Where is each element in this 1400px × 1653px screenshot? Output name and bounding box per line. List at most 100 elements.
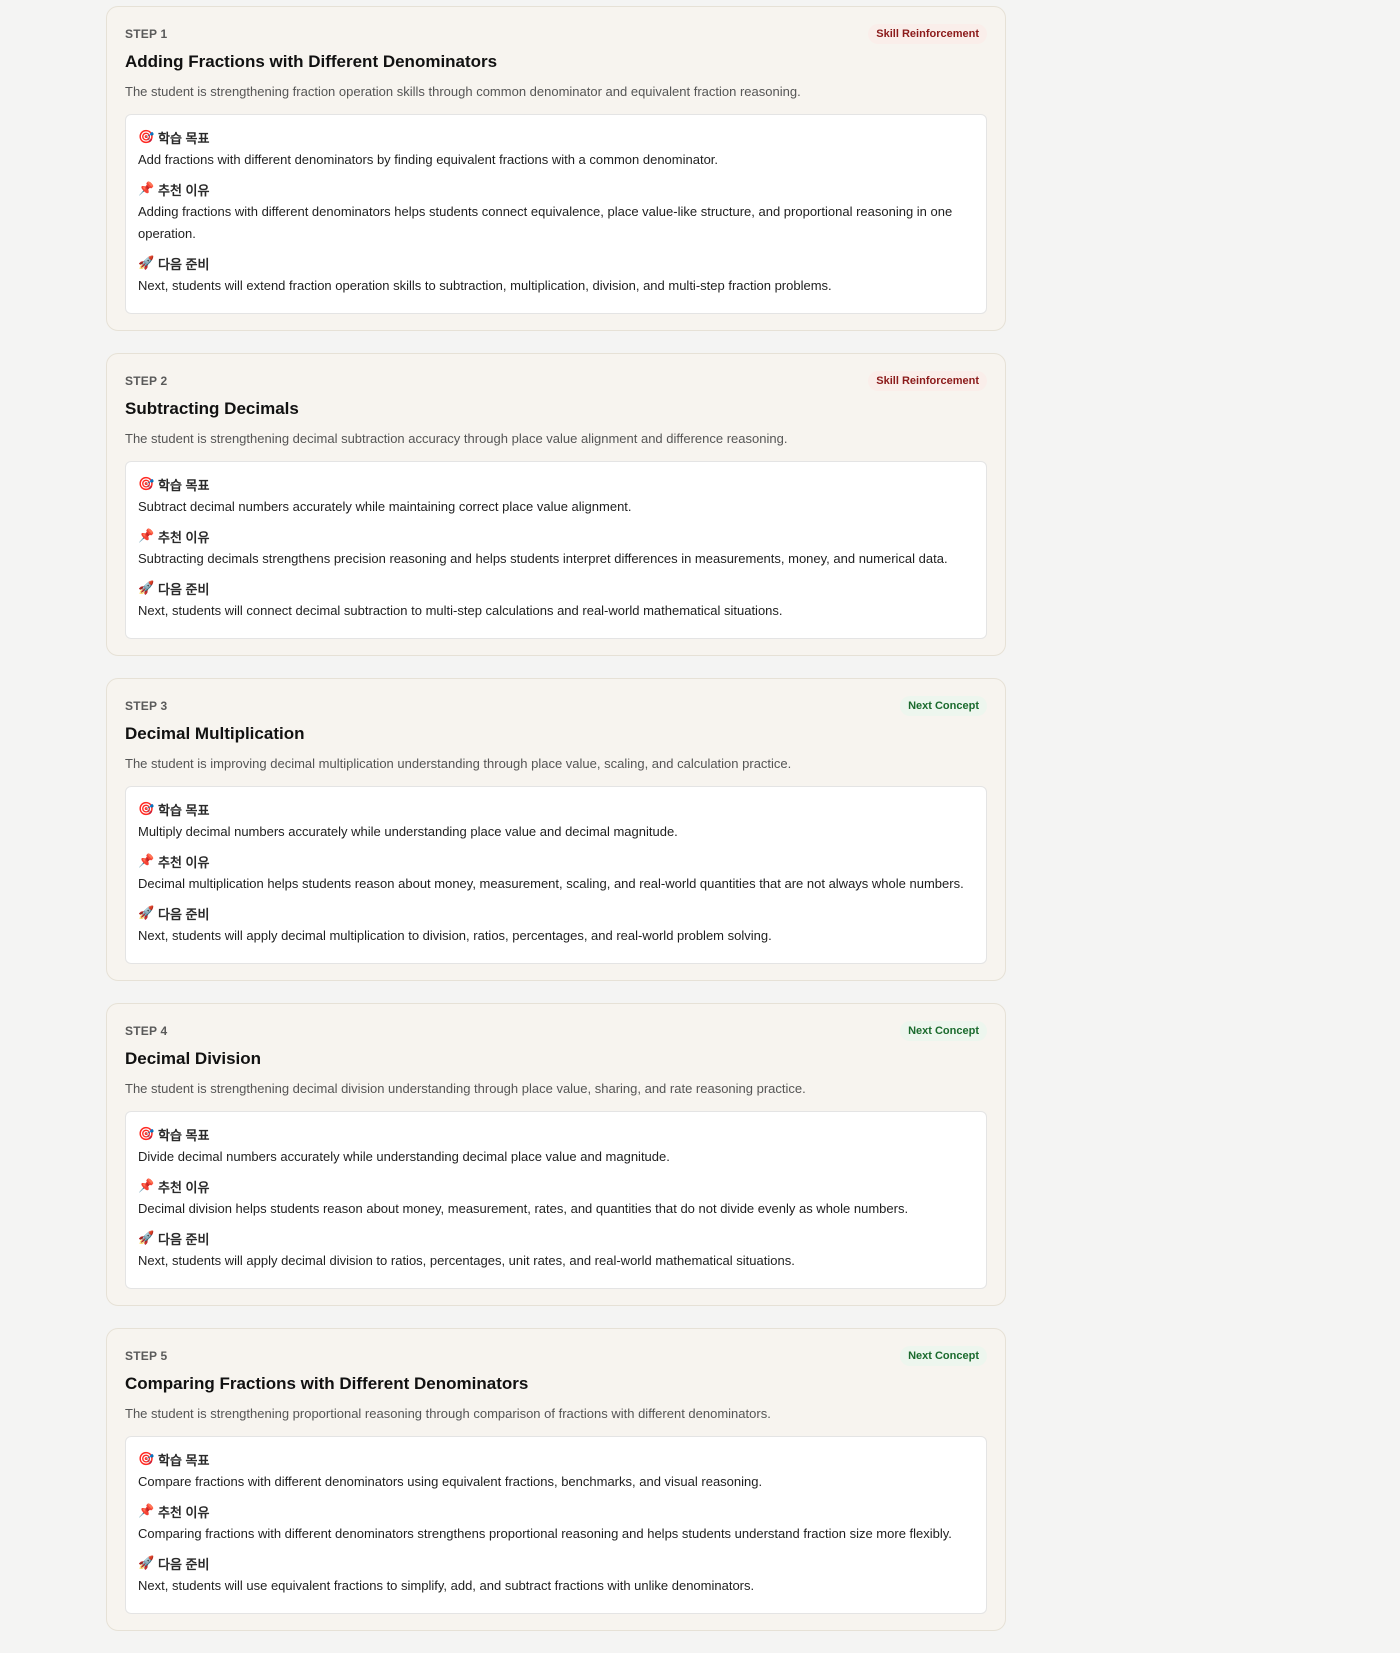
goal-section: 🎯 학습 목표 Divide decimal numbers accuratel… (138, 1124, 974, 1168)
step-title: Decimal Division (125, 1049, 262, 1068)
next-heading: 🚀 다음 준비 (138, 253, 974, 273)
reason-text: Decimal division helps students reason a… (138, 1201, 909, 1216)
pin-icon: 📌 (138, 1178, 155, 1193)
rocket-icon: 🚀 (138, 905, 155, 920)
reason-section: 📌 추천 이유 Decimal division helps students … (138, 1176, 974, 1220)
step-header: STEP 5 Next Concept (125, 1346, 987, 1366)
next-label: 다음 준비 (158, 906, 210, 922)
goal-text: Subtract decimal numbers accurately whil… (138, 499, 632, 514)
step-card[interactable]: STEP 2 Skill Reinforcement Subtracting D… (106, 353, 1006, 656)
step-title: Adding Fractions with Different Denomina… (125, 52, 498, 71)
goal-heading: 🎯 학습 목표 (138, 474, 974, 494)
step-details: 🎯 학습 목표 Divide decimal numbers accuratel… (125, 1111, 987, 1289)
goal-heading: 🎯 학습 목표 (138, 127, 974, 147)
step-details: 🎯 학습 목표 Subtract decimal numbers accurat… (125, 461, 987, 639)
next-label: 다음 준비 (158, 581, 210, 597)
next-heading: 🚀 다음 준비 (138, 1228, 974, 1248)
reason-section: 📌 추천 이유 Decimal multiplication helps stu… (138, 851, 974, 895)
reason-label: 추천 이유 (158, 1504, 210, 1520)
next-section: 🚀 다음 준비 Next, students will extend fract… (138, 253, 974, 297)
goal-section: 🎯 학습 목표 Multiply decimal numbers accurat… (138, 799, 974, 843)
step-title: Comparing Fractions with Different Denom… (125, 1374, 529, 1393)
pin-icon: 📌 (138, 181, 155, 196)
step-card[interactable]: STEP 4 Next Concept Decimal Division The… (106, 1003, 1006, 1306)
reason-label: 추천 이유 (158, 182, 210, 198)
next-text: Next, students will extend fraction oper… (138, 278, 832, 293)
step-type-badge: Next Concept (900, 696, 987, 716)
step-number: STEP 3 (125, 699, 168, 713)
next-text: Next, students will use equivalent fract… (138, 1578, 755, 1593)
goal-text: Multiply decimal numbers accurately whil… (138, 824, 678, 839)
next-heading: 🚀 다음 준비 (138, 903, 974, 923)
next-heading: 🚀 다음 준비 (138, 578, 974, 598)
pin-icon: 📌 (138, 528, 155, 543)
step-summary: The student is strengthening decimal sub… (125, 431, 788, 446)
step-type-badge: Skill Reinforcement (868, 371, 987, 391)
reason-heading: 📌 추천 이유 (138, 1501, 974, 1521)
step-title: Subtracting Decimals (125, 399, 299, 418)
step-header: STEP 2 Skill Reinforcement (125, 371, 987, 391)
goal-section: 🎯 학습 목표 Add fractions with different den… (138, 127, 974, 171)
reason-text: Adding fractions with different denomina… (138, 204, 953, 241)
reason-label: 추천 이유 (158, 854, 210, 870)
rocket-icon: 🚀 (138, 580, 155, 595)
step-type-badge: Next Concept (900, 1346, 987, 1366)
goal-label: 학습 목표 (158, 1127, 210, 1143)
next-text: Next, students will apply decimal multip… (138, 928, 772, 943)
reason-heading: 📌 추천 이유 (138, 526, 974, 546)
target-icon: 🎯 (138, 1126, 155, 1141)
reason-text: Subtracting decimals strengthens precisi… (138, 551, 948, 566)
goal-section: 🎯 학습 목표 Subtract decimal numbers accurat… (138, 474, 974, 518)
step-details: 🎯 학습 목표 Compare fractions with different… (125, 1436, 987, 1614)
step-number: STEP 4 (125, 1024, 168, 1038)
step-summary: The student is improving decimal multipl… (125, 756, 792, 771)
reason-section: 📌 추천 이유 Adding fractions with different … (138, 179, 974, 245)
goal-text: Divide decimal numbers accurately while … (138, 1149, 670, 1164)
target-icon: 🎯 (138, 129, 155, 144)
goal-heading: 🎯 학습 목표 (138, 1449, 974, 1469)
reason-heading: 📌 추천 이유 (138, 1176, 974, 1196)
step-summary: The student is strengthening decimal div… (125, 1081, 806, 1096)
reason-label: 추천 이유 (158, 1179, 210, 1195)
next-label: 다음 준비 (158, 1556, 210, 1572)
step-header: STEP 3 Next Concept (125, 696, 987, 716)
rocket-icon: 🚀 (138, 1555, 155, 1570)
next-section: 🚀 다음 준비 Next, students will connect deci… (138, 578, 974, 622)
step-header: STEP 4 Next Concept (125, 1021, 987, 1041)
step-title: Decimal Multiplication (125, 724, 305, 743)
step-type-badge: Next Concept (900, 1021, 987, 1041)
reason-text: Comparing fractions with different denom… (138, 1526, 952, 1541)
next-heading: 🚀 다음 준비 (138, 1553, 974, 1573)
learning-path-list: STEP 1 Skill Reinforcement Adding Fracti… (106, 6, 1006, 1653)
pin-icon: 📌 (138, 1503, 155, 1518)
goal-heading: 🎯 학습 목표 (138, 799, 974, 819)
reason-heading: 📌 추천 이유 (138, 851, 974, 871)
next-section: 🚀 다음 준비 Next, students will apply decima… (138, 1228, 974, 1272)
step-details: 🎯 학습 목표 Multiply decimal numbers accurat… (125, 786, 987, 964)
step-card[interactable]: STEP 3 Next Concept Decimal Multiplicati… (106, 678, 1006, 981)
step-card[interactable]: STEP 1 Skill Reinforcement Adding Fracti… (106, 6, 1006, 331)
rocket-icon: 🚀 (138, 255, 155, 270)
target-icon: 🎯 (138, 1451, 155, 1466)
next-text: Next, students will apply decimal divisi… (138, 1253, 795, 1268)
target-icon: 🎯 (138, 476, 155, 491)
step-number: STEP 2 (125, 374, 168, 388)
next-label: 다음 준비 (158, 256, 210, 272)
step-summary: The student is strengthening proportiona… (125, 1406, 771, 1421)
reason-heading: 📌 추천 이유 (138, 179, 974, 199)
step-details: 🎯 학습 목표 Add fractions with different den… (125, 114, 987, 314)
target-icon: 🎯 (138, 801, 155, 816)
goal-label: 학습 목표 (158, 1452, 210, 1468)
step-number: STEP 5 (125, 1349, 168, 1363)
pin-icon: 📌 (138, 853, 155, 868)
next-text: Next, students will connect decimal subt… (138, 603, 783, 618)
step-type-badge: Skill Reinforcement (868, 24, 987, 44)
step-header: STEP 1 Skill Reinforcement (125, 24, 987, 44)
step-summary: The student is strengthening fraction op… (125, 84, 801, 99)
reason-section: 📌 추천 이유 Comparing fractions with differe… (138, 1501, 974, 1545)
goal-label: 학습 목표 (158, 130, 210, 146)
reason-text: Decimal multiplication helps students re… (138, 876, 964, 891)
step-number: STEP 1 (125, 27, 168, 41)
reason-section: 📌 추천 이유 Subtracting decimals strengthens… (138, 526, 974, 570)
goal-text: Add fractions with different denominator… (138, 152, 719, 167)
